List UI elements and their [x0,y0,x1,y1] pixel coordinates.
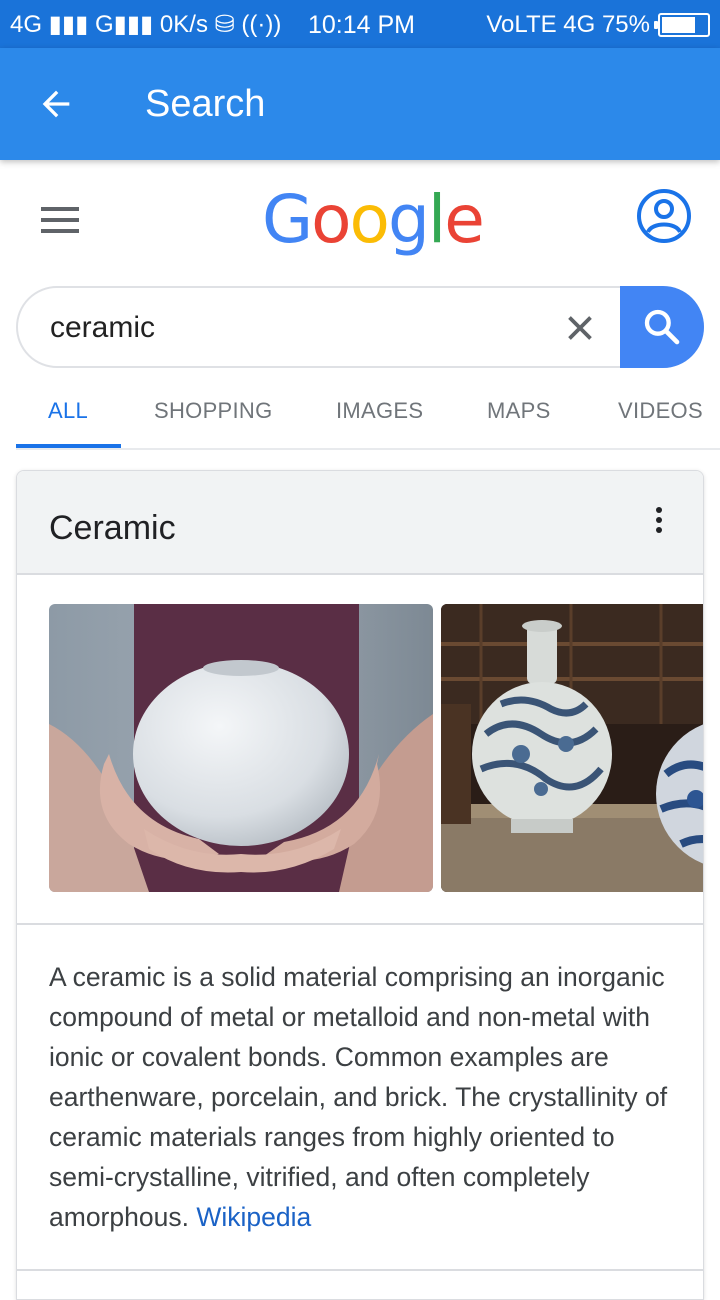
status-indicators-left: 4G ▮▮▮ G▮▮▮ 0K/s ⛁ ((·)) [10,11,282,38]
clear-button[interactable] [558,306,602,350]
app-title: Search [145,83,266,125]
card-description: A ceramic is a solid material comprising… [49,957,679,1237]
image-white-vase[interactable] [49,604,433,892]
image-porcelain-vases[interactable] [441,604,703,892]
tabs-divider [16,448,720,450]
close-icon [568,316,592,340]
logo-letter: o [349,181,390,258]
tab-maps[interactable]: MAPS [487,396,551,426]
google-logo[interactable]: Google [262,178,485,262]
status-bar: 4G ▮▮▮ G▮▮▮ 0K/s ⛁ ((·)) 10:14 PM VoLTE … [0,0,720,48]
arrow-back-icon [42,90,70,118]
logo-letter: l [427,181,446,258]
tab-shopping[interactable]: SHOPPING [154,396,273,426]
search-input[interactable]: ceramic [50,310,155,346]
more-options-button[interactable] [643,507,675,539]
search-button[interactable] [620,286,704,368]
logo-letter: o [311,181,351,258]
account-circle-icon [637,189,691,243]
status-time: 10:14 PM [308,11,416,39]
battery-icon [654,13,710,37]
logo-letter: g [387,181,430,258]
tab-videos[interactable]: VIDEOS [618,396,703,426]
knowledge-card: Ceramic A ceramic is a solid material co… [16,470,704,1300]
back-button[interactable] [28,76,84,132]
tab-images[interactable]: IMAGES [336,396,423,426]
hamburger-icon [41,207,79,211]
search-tabs: ALL SHOPPING IMAGES MAPS VIDEOS [16,386,720,448]
search-box[interactable]: ceramic [16,286,704,368]
status-indicators-right: VoLTE 4G 75% [486,11,650,38]
account-button[interactable] [634,186,694,246]
menu-button[interactable] [36,198,84,242]
card-header: Ceramic [17,471,703,575]
image-divider [17,923,703,925]
logo-letter: G [262,181,313,258]
more-vert-icon [656,507,662,513]
search-icon [644,309,680,345]
card-title: Ceramic [49,509,176,547]
wikipedia-link[interactable]: Wikipedia [196,1202,311,1232]
card-divider [17,1269,703,1271]
logo-letter: e [444,181,485,258]
app-bar: Search [0,48,720,160]
tab-all[interactable]: ALL [48,396,88,426]
description-text: A ceramic is a solid material comprising… [49,962,668,1232]
